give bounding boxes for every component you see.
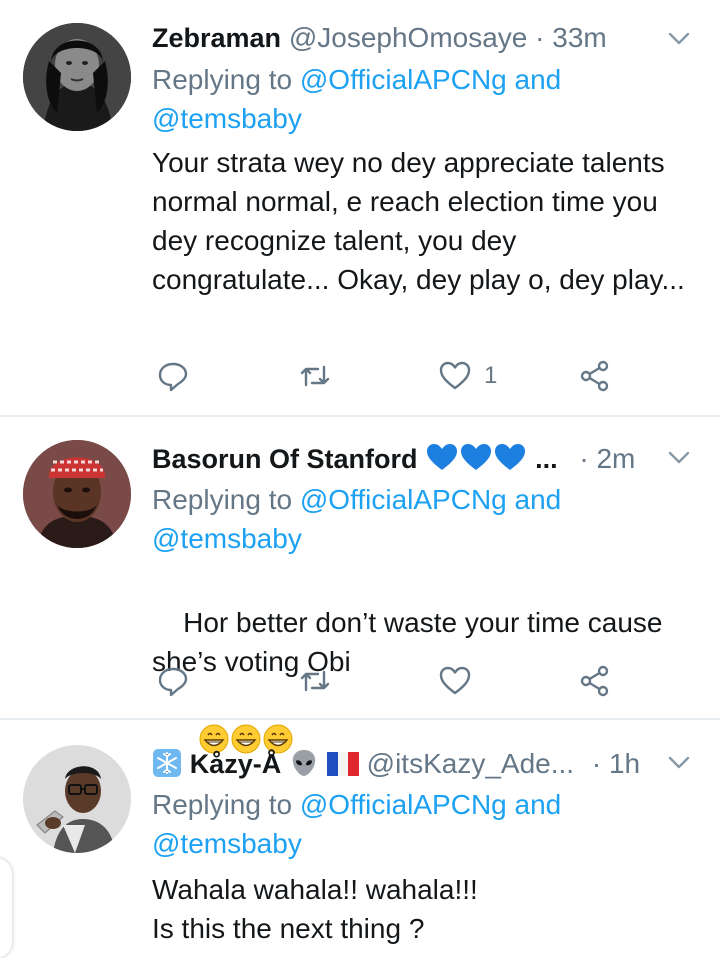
blue-heart-icon <box>461 444 492 470</box>
tweet-text: Wahala wahala!! wahala!!! Is this the ne… <box>152 874 478 944</box>
like-icon <box>439 666 471 695</box>
replying-to: Replying to @OfficialAPCNg and @temsbaby <box>152 60 692 138</box>
display-name[interactable]: Basorun Of Stanford <box>152 444 418 474</box>
like-button[interactable] <box>438 661 484 701</box>
share-button[interactable] <box>578 356 612 396</box>
retweet-button[interactable] <box>298 356 332 396</box>
timestamp[interactable]: 1h <box>609 748 640 779</box>
share-button[interactable] <box>578 661 612 701</box>
separator-dot: · <box>591 748 602 779</box>
user-handle[interactable]: @itsKazy_Ade... <box>367 748 574 779</box>
retweet-icon <box>300 365 330 387</box>
floating-button-edge[interactable] <box>0 858 12 958</box>
timestamp[interactable]: 33m <box>552 22 606 53</box>
france-flag-icon <box>326 747 359 787</box>
reply-icon <box>158 362 188 392</box>
display-name[interactable]: Zebraman <box>152 23 281 53</box>
mention-and[interactable]: and <box>515 789 562 820</box>
chevron-down-icon[interactable] <box>666 750 692 776</box>
retweet-button[interactable] <box>298 661 332 701</box>
like-button[interactable]: 1 <box>438 356 497 396</box>
chevron-down-icon[interactable] <box>666 26 692 52</box>
share-icon <box>580 360 609 392</box>
chevron-down-icon[interactable] <box>666 445 692 471</box>
mention-and[interactable]: and <box>515 64 562 95</box>
timestamp[interactable]: 2m <box>596 443 635 474</box>
tweet-3[interactable]: Kåzy-Å @itsKazy_Ade... · 1h Replying to … <box>0 720 720 954</box>
replying-to: Replying to @OfficialAPCNg and @temsbaby <box>152 480 692 558</box>
tweet-header: Zebraman @JosephOmosaye · 33m <box>152 18 720 58</box>
retweet-icon <box>300 670 330 692</box>
tweet-1[interactable]: Zebraman @JosephOmosaye · 33m Replying t… <box>0 0 720 416</box>
like-count: 1 <box>484 362 498 389</box>
replying-prefix: Replying to <box>152 789 293 820</box>
reply-button[interactable] <box>156 661 190 701</box>
tweet-2[interactable]: Basorun Of Stanford ... · 2m Replying to… <box>0 417 720 754</box>
avatar[interactable] <box>23 440 131 548</box>
blue-heart-icon <box>427 444 458 470</box>
blue-heart-icon <box>495 444 526 470</box>
blue-hearts <box>425 442 527 483</box>
mention-link[interactable]: @temsbaby <box>152 523 302 554</box>
like-icon <box>439 361 471 390</box>
share-icon <box>580 665 609 697</box>
reply-button[interactable] <box>156 356 190 396</box>
tweet-actions <box>150 661 630 701</box>
separator-dot: · <box>579 443 589 474</box>
display-name[interactable]: Kåzy-Å <box>190 749 282 779</box>
mention-link[interactable]: @OfficialAPCNg <box>300 64 507 95</box>
name-ellipsis: ... <box>535 444 558 474</box>
mention-link[interactable]: @OfficialAPCNg <box>300 789 507 820</box>
tweet-actions: 1 <box>150 356 630 396</box>
snowflake-icon <box>152 748 182 789</box>
user-handle[interactable]: @JosephOmosaye <box>289 22 528 53</box>
replying-prefix: Replying to <box>152 484 293 515</box>
tweet-header: Basorun Of Stanford ... · 2m <box>152 439 720 479</box>
reply-icon <box>158 667 188 697</box>
tweet-header: Kåzy-Å @itsKazy_Ade... · 1h <box>152 744 720 784</box>
replying-prefix: Replying to <box>152 64 293 95</box>
mention-and[interactable]: and <box>515 484 562 515</box>
mention-link[interactable]: @temsbaby <box>152 828 302 859</box>
tweet-text: Your strata wey no dey appreciate talent… <box>152 147 685 295</box>
replying-to: Replying to @OfficialAPCNg and @temsbaby <box>152 785 692 863</box>
avatar[interactable] <box>23 745 131 853</box>
separator-dot: · <box>535 22 545 53</box>
avatar[interactable] <box>23 23 131 131</box>
mention-link[interactable]: @temsbaby <box>152 103 302 134</box>
mention-link[interactable]: @OfficialAPCNg <box>300 484 507 515</box>
alien-icon <box>289 748 319 789</box>
